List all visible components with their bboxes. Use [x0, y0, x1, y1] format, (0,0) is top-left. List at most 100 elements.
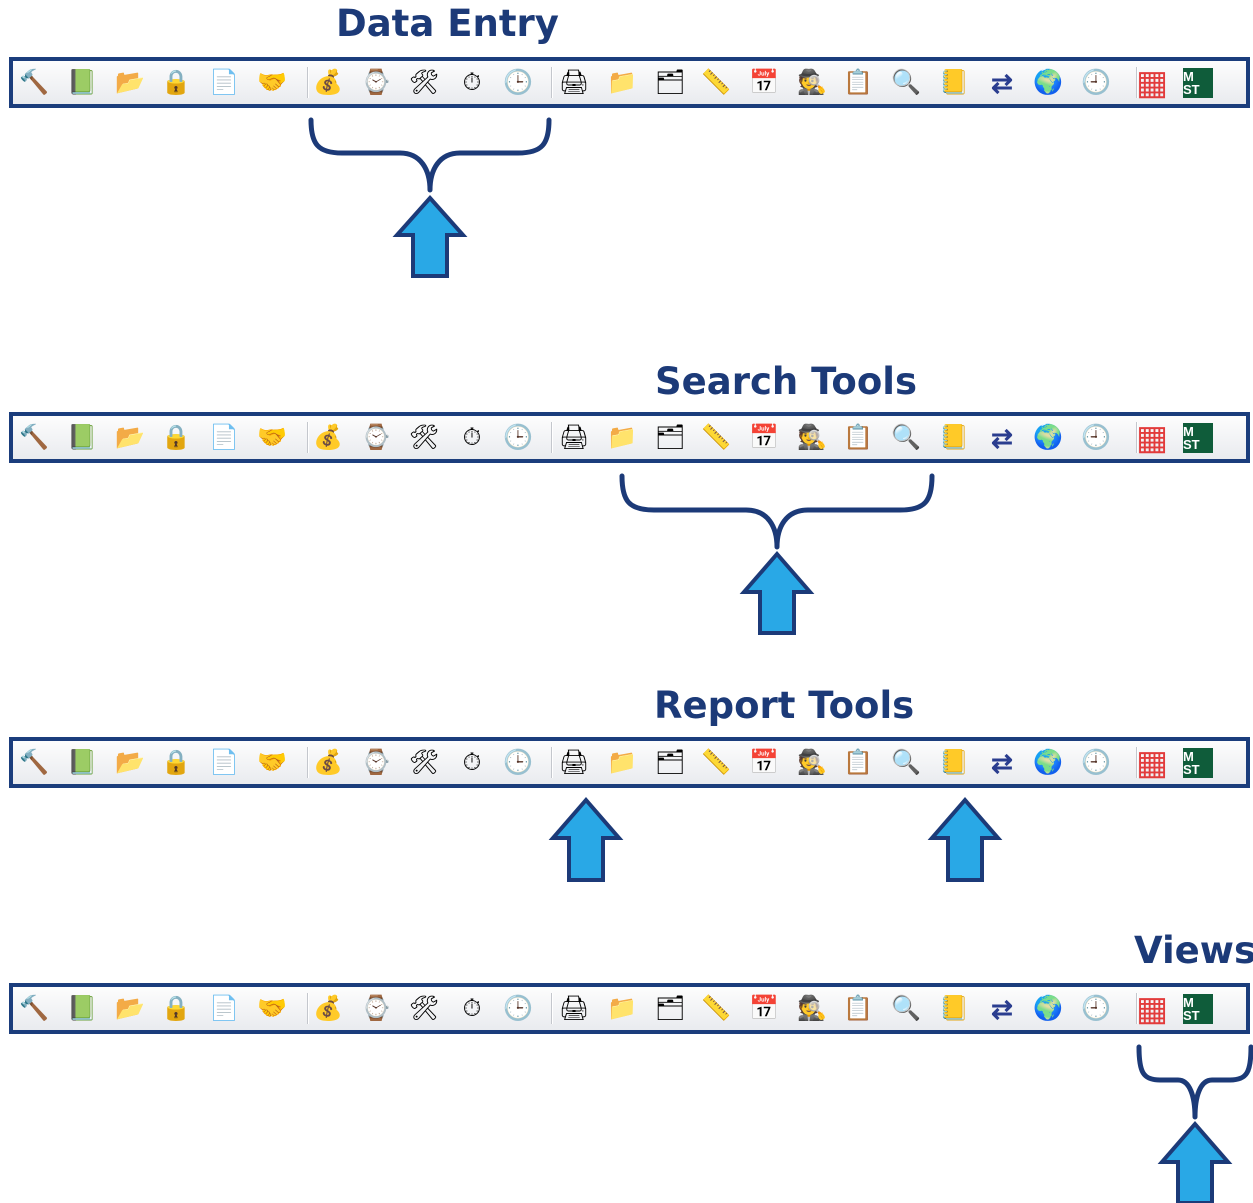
- person-search-icon[interactable]: 🕵: [795, 66, 829, 100]
- printer-icon[interactable]: 🖨: [557, 421, 591, 455]
- tools-icon[interactable]: 🛠: [407, 992, 441, 1026]
- map-book-icon[interactable]: 📗: [65, 992, 99, 1026]
- folder-search-icon[interactable]: 🗂: [653, 421, 687, 455]
- person-search-icon[interactable]: 🕵: [795, 992, 829, 1026]
- mst-icon[interactable]: M ST: [1183, 748, 1213, 778]
- gavel-icon[interactable]: 🔨: [17, 421, 51, 455]
- padlock-icon[interactable]: 🔒: [159, 992, 193, 1026]
- wristwatch-icon[interactable]: ⌚: [359, 992, 393, 1026]
- clipboard-icon[interactable]: 📋: [841, 421, 875, 455]
- stopwatch-icon[interactable]: ⏱: [455, 421, 489, 455]
- contact-book-icon[interactable]: 📒: [937, 66, 971, 100]
- tile-view-icon[interactable]: ▦: [1135, 66, 1169, 100]
- clock-document-icon[interactable]: 🕒: [501, 421, 535, 455]
- gavel-icon[interactable]: 🔨: [17, 746, 51, 780]
- clock-document-icon[interactable]: 🕒: [501, 746, 535, 780]
- ruler-pencil-icon[interactable]: 📏: [699, 66, 733, 100]
- stopwatch-icon[interactable]: ⏱: [455, 746, 489, 780]
- clipboard-icon[interactable]: 📋: [841, 66, 875, 100]
- clock-calendar-icon[interactable]: 🕘: [1079, 421, 1113, 455]
- globe-icon[interactable]: 🌍: [1031, 421, 1065, 455]
- folder-icon[interactable]: 📁: [605, 746, 639, 780]
- file-folder-icon[interactable]: 📂: [113, 421, 147, 455]
- document-search-icon[interactable]: 🔍: [889, 421, 923, 455]
- clock-document-icon[interactable]: 🕒: [501, 992, 535, 1026]
- ruler-pencil-icon[interactable]: 📏: [699, 992, 733, 1026]
- money-bag-icon[interactable]: 💰: [311, 66, 345, 100]
- tile-view-icon[interactable]: ▦: [1135, 992, 1169, 1026]
- file-folder-icon[interactable]: 📂: [113, 992, 147, 1026]
- clock-calendar-icon[interactable]: 🕘: [1079, 66, 1113, 100]
- clock-calendar-icon[interactable]: 🕘: [1079, 992, 1113, 1026]
- handshake-icon[interactable]: 🤝: [255, 992, 289, 1026]
- clock-calendar-icon[interactable]: 🕘: [1079, 746, 1113, 780]
- contact-book-icon[interactable]: 📒: [937, 992, 971, 1026]
- gavel-icon[interactable]: 🔨: [17, 992, 51, 1026]
- folder-search-icon[interactable]: 🗂: [653, 66, 687, 100]
- folder-icon[interactable]: 📁: [605, 421, 639, 455]
- padlock-icon[interactable]: 🔒: [159, 746, 193, 780]
- clipboard-icon[interactable]: 📋: [841, 746, 875, 780]
- printer-icon[interactable]: 🖨: [557, 746, 591, 780]
- handshake-icon[interactable]: 🤝: [255, 746, 289, 780]
- folder-icon[interactable]: 📁: [605, 992, 639, 1026]
- tile-view-icon[interactable]: ▦: [1135, 421, 1169, 455]
- desk-calendar-icon[interactable]: 📅: [747, 992, 781, 1026]
- desk-calendar-icon[interactable]: 📅: [747, 746, 781, 780]
- padlock-icon[interactable]: 🔒: [159, 421, 193, 455]
- double-arrow-icon[interactable]: ⇄: [985, 746, 1019, 780]
- tools-icon[interactable]: 🛠: [407, 421, 441, 455]
- clock-document-icon[interactable]: 🕒: [501, 66, 535, 100]
- double-arrow-icon[interactable]: ⇄: [985, 992, 1019, 1026]
- double-arrow-icon[interactable]: ⇄: [985, 421, 1019, 455]
- desk-calendar-icon[interactable]: 📅: [747, 421, 781, 455]
- ruler-pencil-icon[interactable]: 📏: [699, 746, 733, 780]
- file-folder-icon[interactable]: 📂: [113, 66, 147, 100]
- desk-calendar-icon[interactable]: 📅: [747, 66, 781, 100]
- hand-document-icon[interactable]: 📄: [207, 421, 241, 455]
- tile-view-icon[interactable]: ▦: [1135, 746, 1169, 780]
- person-search-icon[interactable]: 🕵: [795, 746, 829, 780]
- document-search-icon[interactable]: 🔍: [889, 746, 923, 780]
- double-arrow-icon[interactable]: ⇄: [985, 66, 1019, 100]
- handshake-icon[interactable]: 🤝: [255, 421, 289, 455]
- printer-icon[interactable]: 🖨: [557, 66, 591, 100]
- map-book-icon[interactable]: 📗: [65, 66, 99, 100]
- hand-document-icon[interactable]: 📄: [207, 992, 241, 1026]
- hand-document-icon[interactable]: 📄: [207, 746, 241, 780]
- wristwatch-icon[interactable]: ⌚: [359, 421, 393, 455]
- document-search-icon[interactable]: 🔍: [889, 992, 923, 1026]
- tools-icon[interactable]: 🛠: [407, 66, 441, 100]
- mst-icon[interactable]: M ST: [1183, 68, 1213, 98]
- clipboard-icon[interactable]: 📋: [841, 992, 875, 1026]
- tools-icon[interactable]: 🛠: [407, 746, 441, 780]
- money-bag-icon[interactable]: 💰: [311, 421, 345, 455]
- printer-icon[interactable]: 🖨: [557, 992, 591, 1026]
- globe-icon[interactable]: 🌍: [1031, 992, 1065, 1026]
- money-bag-icon[interactable]: 💰: [311, 746, 345, 780]
- ruler-pencil-icon[interactable]: 📏: [699, 421, 733, 455]
- globe-icon[interactable]: 🌍: [1031, 746, 1065, 780]
- folder-search-icon[interactable]: 🗂: [653, 992, 687, 1026]
- padlock-icon[interactable]: 🔒: [159, 66, 193, 100]
- document-search-icon[interactable]: 🔍: [889, 66, 923, 100]
- folder-icon[interactable]: 📁: [605, 66, 639, 100]
- person-search-icon[interactable]: 🕵: [795, 421, 829, 455]
- hand-document-icon[interactable]: 📄: [207, 66, 241, 100]
- contact-book-icon[interactable]: 📒: [937, 421, 971, 455]
- handshake-icon[interactable]: 🤝: [255, 66, 289, 100]
- stopwatch-icon[interactable]: ⏱: [455, 66, 489, 100]
- mst-icon[interactable]: M ST: [1183, 994, 1213, 1024]
- stopwatch-icon[interactable]: ⏱: [455, 992, 489, 1026]
- file-folder-icon[interactable]: 📂: [113, 746, 147, 780]
- folder-search-icon[interactable]: 🗂: [653, 746, 687, 780]
- mst-icon[interactable]: M ST: [1183, 423, 1213, 453]
- gavel-icon[interactable]: 🔨: [17, 66, 51, 100]
- map-book-icon[interactable]: 📗: [65, 421, 99, 455]
- money-bag-icon[interactable]: 💰: [311, 992, 345, 1026]
- wristwatch-icon[interactable]: ⌚: [359, 746, 393, 780]
- map-book-icon[interactable]: 📗: [65, 746, 99, 780]
- wristwatch-icon[interactable]: ⌚: [359, 66, 393, 100]
- contact-book-icon[interactable]: 📒: [937, 746, 971, 780]
- globe-icon[interactable]: 🌍: [1031, 66, 1065, 100]
